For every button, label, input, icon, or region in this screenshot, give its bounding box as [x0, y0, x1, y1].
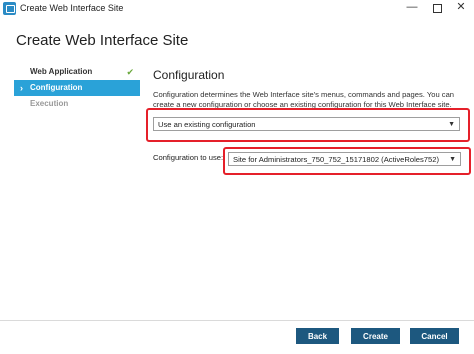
minimize-button[interactable]: —: [399, 0, 425, 16]
sidebar-item-label: Web Application: [30, 67, 93, 76]
maximize-button[interactable]: [424, 0, 450, 16]
select-value: Use an existing configuration: [158, 120, 256, 129]
sidebar-item-configuration[interactable]: › Configuration: [14, 80, 140, 96]
sidebar-item-web-application[interactable]: Web Application ✔: [14, 64, 140, 80]
select-value: Site for Administrators_750_752_15171802…: [233, 155, 440, 164]
wizard-window: Create Web Interface Site — ✕ Create Web…: [0, 0, 474, 354]
configuration-description: Configuration determines the Web Interfa…: [153, 90, 455, 109]
back-button[interactable]: Back: [296, 328, 339, 344]
configuration-to-use-select[interactable]: Site for Administrators_750_752_15171802…: [228, 152, 461, 166]
cancel-button[interactable]: Cancel: [410, 328, 459, 344]
wizard-steps: Web Application ✔ › Configuration Execut…: [14, 64, 140, 112]
footer-divider: [0, 320, 474, 321]
section-title: Configuration: [153, 68, 225, 82]
page-title: Create Web Interface Site: [16, 32, 189, 49]
app-icon: [3, 2, 16, 15]
configuration-mode-select[interactable]: Use an existing configuration ▼: [153, 117, 460, 131]
maximize-icon: [432, 4, 442, 13]
dropdown-arrow-icon: ▼: [449, 156, 456, 163]
configuration-to-use-label: Configuration to use:: [153, 153, 224, 162]
chevron-right-icon: ›: [20, 83, 23, 93]
sidebar-item-label: Execution: [30, 99, 69, 108]
window-title: Create Web Interface Site: [20, 3, 124, 13]
sidebar-item-label: Configuration: [30, 83, 83, 92]
dropdown-arrow-icon: ▼: [448, 121, 455, 128]
create-button[interactable]: Create: [351, 328, 400, 344]
title-bar: Create Web Interface Site — ✕: [0, 0, 474, 18]
close-button[interactable]: ✕: [448, 0, 474, 16]
checkmark-icon: ✔: [126, 67, 134, 77]
sidebar-item-execution: Execution: [14, 96, 140, 112]
